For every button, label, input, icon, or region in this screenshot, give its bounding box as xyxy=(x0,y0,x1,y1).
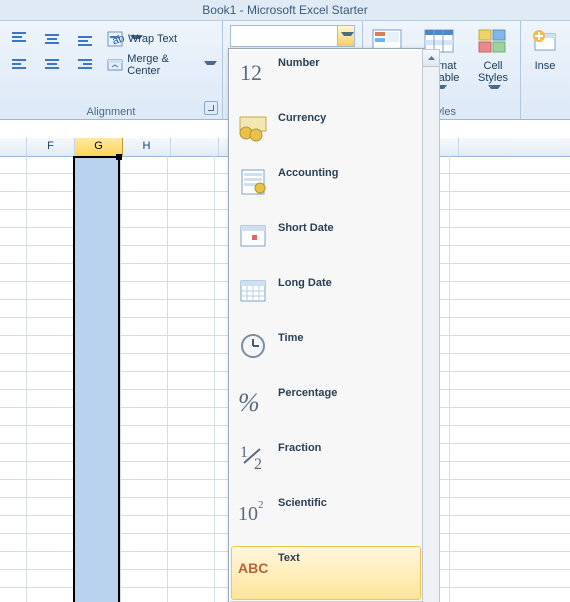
cell-styles-button[interactable]: CellStyles xyxy=(468,23,518,97)
format-option-time[interactable]: Time xyxy=(231,326,421,380)
align-left-icon xyxy=(9,55,29,75)
scroll-up-button[interactable] xyxy=(422,49,440,67)
align-bottom-icon xyxy=(75,29,95,49)
format-option-label: Short Date xyxy=(278,221,334,234)
dropdown-arrow-icon xyxy=(204,61,217,69)
accounting-icon xyxy=(238,166,270,198)
svg-text:12: 12 xyxy=(240,60,262,85)
align-center-button[interactable] xyxy=(37,53,67,77)
svg-text:10: 10 xyxy=(238,503,258,525)
gridline xyxy=(449,156,450,602)
insert-button[interactable]: Inse xyxy=(522,23,568,97)
align-top-icon xyxy=(9,29,29,49)
format-option-label: Percentage xyxy=(278,386,337,399)
time-icon xyxy=(238,331,270,363)
number-format-value xyxy=(231,26,337,46)
format-option-text[interactable]: ABC Text xyxy=(231,546,421,600)
number-format-dropdown-button[interactable] xyxy=(337,26,354,46)
align-right-button[interactable] xyxy=(70,53,100,77)
align-middle-button[interactable] xyxy=(37,27,67,51)
cell-styles-label: CellStyles xyxy=(469,60,517,96)
column-header[interactable] xyxy=(171,138,219,156)
format-option-label: Number xyxy=(278,56,320,69)
gridline xyxy=(120,156,121,602)
menu-scrollbar[interactable] xyxy=(422,49,440,602)
svg-text:%: % xyxy=(238,388,260,417)
svg-text:2: 2 xyxy=(258,499,264,511)
format-option-label: Scientific xyxy=(278,496,327,509)
short_date-icon xyxy=(238,221,270,253)
gridline xyxy=(167,156,168,602)
wrap-text-button[interactable]: Wrap Text xyxy=(100,27,182,51)
percentage-icon: % xyxy=(238,386,270,418)
svg-text:1: 1 xyxy=(240,444,248,461)
scroll-track[interactable] xyxy=(423,66,439,602)
long_date-icon xyxy=(238,276,270,308)
number-format-menu: 12NumberCurrencyAccounting Short DateLon… xyxy=(228,48,424,602)
insert-icon xyxy=(529,26,561,58)
format-option-label: Currency xyxy=(278,111,326,124)
format-option-currency[interactable]: Currency xyxy=(231,106,421,160)
cell-styles-icon xyxy=(477,26,509,58)
number-format-combo[interactable] xyxy=(230,25,355,47)
format-option-label: Fraction xyxy=(278,441,321,454)
format-option-short_date[interactable]: Short Date xyxy=(231,216,421,270)
gridline xyxy=(214,156,215,602)
column-selection xyxy=(73,156,120,602)
gridline xyxy=(26,156,27,602)
format-option-fraction[interactable]: 12 Fraction xyxy=(231,436,421,490)
align-row2 xyxy=(4,53,100,77)
group-label-alignment: Alignment xyxy=(0,106,222,118)
dropdown-arrow-icon xyxy=(341,32,354,40)
format-option-number[interactable]: 12 Number xyxy=(231,51,421,105)
align-center-icon xyxy=(42,55,62,75)
window-title: Book1 - Microsoft Excel Starter xyxy=(0,0,570,20)
format-option-long_date[interactable]: Long Date xyxy=(231,271,421,325)
merge-center-icon xyxy=(105,55,124,75)
format-option-label: Text xyxy=(278,551,300,564)
dropdown-arrow-icon xyxy=(488,85,501,93)
currency-icon xyxy=(238,111,270,143)
align-top-button[interactable] xyxy=(4,27,34,51)
group-alignment: ab Wrap Text Merge & Center Alignment xyxy=(0,21,223,119)
format-option-label: Accounting xyxy=(278,166,339,179)
scientific-icon: 102 xyxy=(238,496,270,528)
group-cells: Inse xyxy=(520,21,570,119)
align-left-button[interactable] xyxy=(4,53,34,77)
insert-label: Inse xyxy=(523,60,567,72)
align-right-icon xyxy=(75,55,95,75)
merge-center-label: Merge & Center xyxy=(127,53,202,77)
align-middle-icon xyxy=(42,29,62,49)
wrap-text-icon xyxy=(105,29,125,49)
format-option-label: Long Date xyxy=(278,276,332,289)
column-header[interactable]: H xyxy=(123,138,171,156)
format-option-scientific[interactable]: 102 Scientific xyxy=(231,491,421,545)
column-header[interactable]: F xyxy=(27,138,75,156)
format-option-accounting[interactable]: Accounting xyxy=(231,161,421,215)
format-option-percentage[interactable]: % Percentage xyxy=(231,381,421,435)
wrap-text-label: Wrap Text xyxy=(128,33,177,45)
format-option-label: Time xyxy=(278,331,303,344)
fraction-icon: 12 xyxy=(238,441,270,473)
svg-text:2: 2 xyxy=(254,456,262,473)
text-icon: ABC xyxy=(238,551,270,583)
number-icon: 12 xyxy=(238,56,270,88)
alignment-dialog-launcher[interactable] xyxy=(204,101,218,115)
svg-text:ABC: ABC xyxy=(238,560,268,576)
merge-center-button[interactable]: Merge & Center xyxy=(100,53,222,77)
align-bottom-button[interactable] xyxy=(70,27,100,51)
